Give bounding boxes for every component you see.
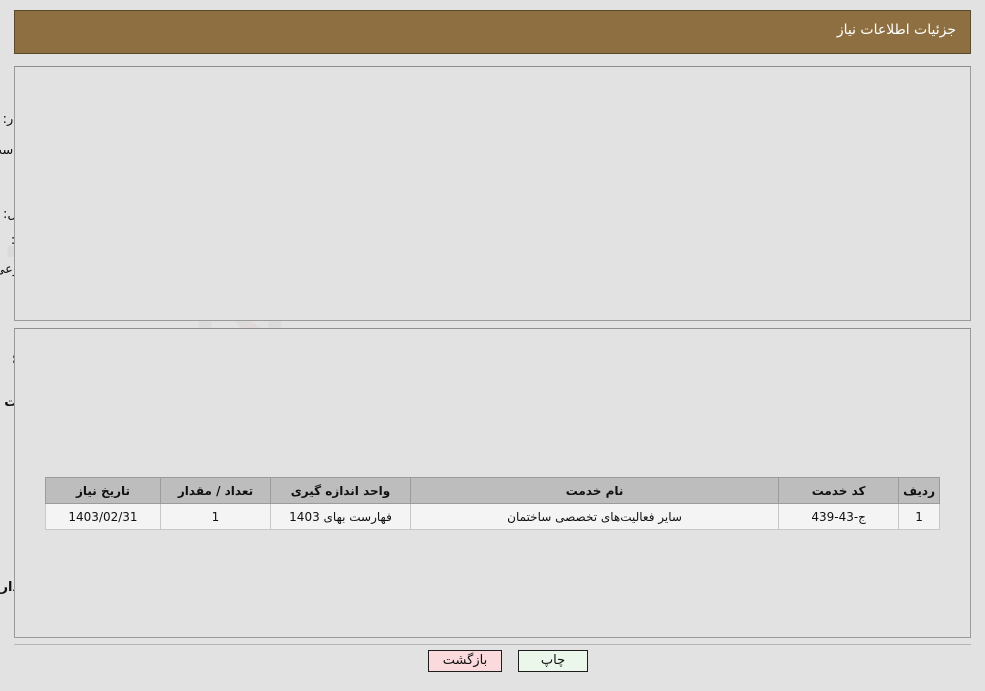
- table-header-row: ردیف کد خدمت نام خدمت واحد اندازه گیری ت…: [45, 477, 940, 504]
- th-code: کد خدمت: [778, 477, 900, 504]
- cell-code: ج-43-439: [778, 503, 900, 530]
- cell-row: 1: [898, 503, 940, 530]
- th-date: تاریخ نیاز: [45, 477, 161, 504]
- cell-name: سایر فعالیت‌های تخصصی ساختمان: [409, 503, 780, 530]
- page-header-bar: جزئیات اطلاعات نیاز: [14, 10, 971, 54]
- footer-divider: [14, 644, 971, 645]
- back-button[interactable]: بازگشت: [428, 650, 502, 672]
- page-title: جزئیات اطلاعات نیاز: [836, 22, 956, 38]
- th-name: نام خدمت: [409, 477, 780, 504]
- need-summary-panel: [14, 66, 971, 321]
- table-row: 1 ج-43-439 سایر فعالیت‌های تخصصی ساختمان…: [45, 503, 940, 530]
- th-unit: واحد اندازه گیری: [270, 477, 411, 504]
- th-row: ردیف: [898, 477, 940, 504]
- services-table: ردیف کد خدمت نام خدمت واحد اندازه گیری ت…: [45, 477, 940, 530]
- cell-date: 1403/02/31: [45, 503, 161, 530]
- th-qty: تعداد / مقدار: [160, 477, 271, 504]
- page-root: Tender.net جزئیات اطلاعات نیاز شماره نیا…: [0, 0, 985, 691]
- print-button[interactable]: چاپ: [518, 650, 588, 672]
- cell-unit: فهارست بهای 1403: [270, 503, 411, 530]
- cell-qty: 1: [160, 503, 271, 530]
